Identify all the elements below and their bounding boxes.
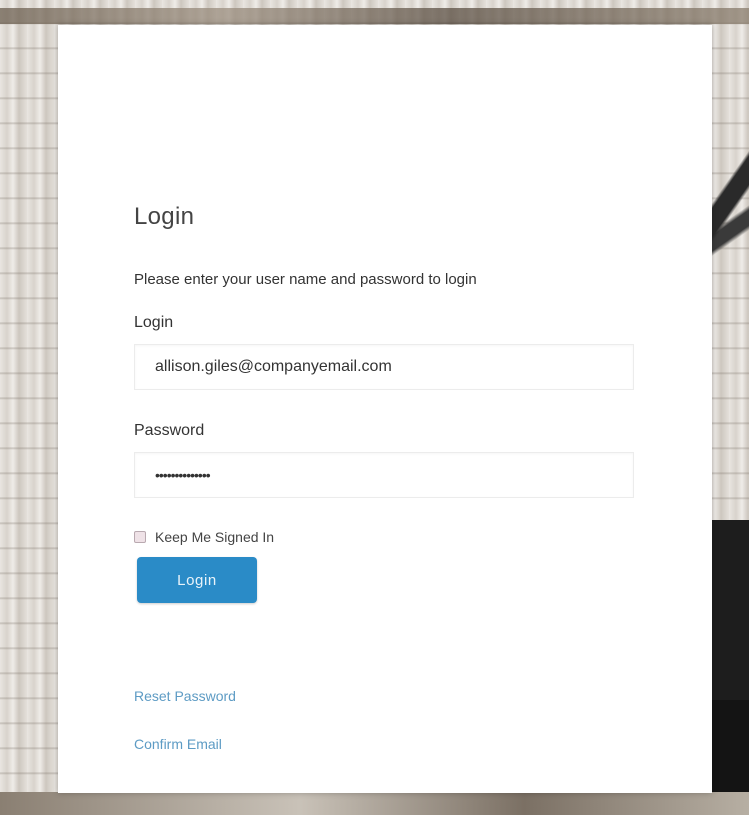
background-top-strip: [0, 8, 749, 24]
keep-signed-in-row[interactable]: Keep Me Signed In: [134, 529, 274, 545]
confirm-email-link[interactable]: Confirm Email: [134, 736, 222, 752]
keep-signed-in-label: Keep Me Signed In: [155, 529, 275, 545]
page-title: Login: [134, 203, 195, 230]
reset-password-link[interactable]: Reset Password: [134, 688, 236, 704]
login-field-label: Login: [134, 314, 174, 331]
login-button[interactable]: Login: [137, 557, 257, 603]
password-field-label: Password: [134, 422, 205, 439]
login-card: Login Please enter your user name and pa…: [58, 25, 712, 793]
login-instructions: Please enter your user name and password…: [134, 271, 477, 288]
password-input[interactable]: [134, 452, 634, 498]
background-cable: [712, 90, 749, 320]
background-bottom-strip: [0, 792, 749, 815]
keep-signed-in-checkbox[interactable]: [134, 531, 146, 543]
login-input[interactable]: [134, 344, 634, 390]
